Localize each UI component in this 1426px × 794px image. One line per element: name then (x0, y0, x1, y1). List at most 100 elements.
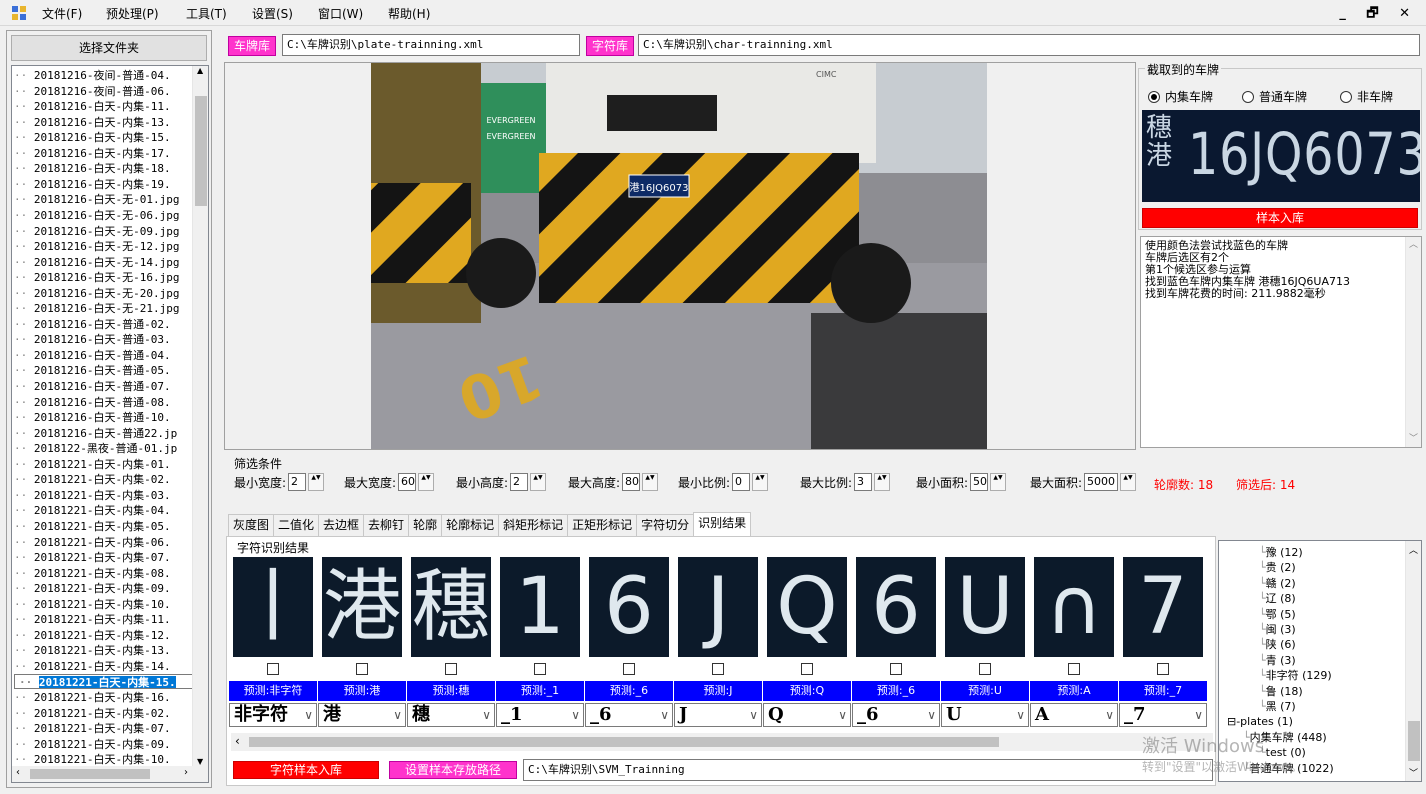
filter-value-input[interactable]: 60 (398, 473, 417, 491)
chevron-down-icon[interactable]: ∨ (1105, 704, 1114, 726)
tree-node[interactable]: └黑 (7) (1259, 699, 1296, 714)
chevron-down-icon[interactable]: ∨ (1016, 704, 1025, 726)
file-list-item[interactable]: ·· 20181216-白天-无-09.jpg (14, 224, 194, 239)
char-checkbox[interactable] (534, 663, 546, 675)
filter-spinner[interactable]: 2 ▲▼ (288, 473, 325, 491)
file-list-item[interactable]: ·· 20181221-白天-内集-07. (14, 721, 194, 736)
radio-dot-normal[interactable] (1242, 90, 1254, 103)
file-list-vscroll[interactable]: ▲ ▼ (192, 66, 208, 766)
scroll-up-icon[interactable]: ▲ (197, 66, 203, 75)
tab-item[interactable]: 轮廓 (408, 514, 443, 536)
filter-spinner[interactable]: 2 ▲▼ (510, 473, 547, 491)
spinner-arrows-icon[interactable]: ▲▼ (308, 473, 325, 491)
spinner-arrows-icon[interactable]: ▲▼ (642, 473, 659, 491)
tab-item[interactable]: 二值化 (273, 514, 320, 536)
chevron-down-icon[interactable]: ∨ (927, 704, 936, 726)
file-list-item[interactable]: ·· 20181221-白天-内集-15. (14, 674, 194, 690)
tab-item[interactable]: 字符切分 (636, 514, 695, 536)
tree-node[interactable]: └鲁 (18) (1259, 684, 1303, 699)
tab-item[interactable]: 正矩形标记 (567, 514, 638, 536)
tab-item[interactable]: 灰度图 (228, 514, 275, 536)
char-scroll-left-icon[interactable]: ‹ (235, 734, 240, 748)
menu-tools[interactable]: 工具(T) (186, 5, 227, 22)
char-select[interactable]: U ∨ (941, 703, 1029, 727)
file-list-item[interactable]: ·· 20181221-白天-内集-01. (14, 457, 194, 472)
tree-node[interactable]: └闽 (3) (1259, 622, 1296, 637)
char-select[interactable]: J ∨ (674, 703, 762, 727)
file-list-item[interactable]: ·· 20181216-白天-普通-07. (14, 379, 194, 394)
file-list-item[interactable]: ·· 20181221-白天-内集-05. (14, 519, 194, 534)
file-list-item[interactable]: ·· 20181221-白天-内集-16. (14, 690, 194, 705)
plate-library-tag[interactable]: 车牌库 (228, 36, 276, 56)
file-list-item[interactable]: ·· 20181216-白天-普通-08. (14, 395, 194, 410)
file-list-hscroll-thumb[interactable] (30, 769, 150, 779)
filter-value-input[interactable]: 3 (854, 473, 873, 491)
file-list-item[interactable]: ·· 20181221-白天-内集-04. (14, 503, 194, 518)
char-select[interactable]: _6 ∨ (585, 703, 673, 727)
file-list-item[interactable]: ·· 2018122-黑夜-普通-01.jp (14, 441, 194, 456)
chevron-down-icon[interactable]: ∨ (838, 704, 847, 726)
file-list-item[interactable]: ·· 20181221-白天-内集-09. (14, 581, 194, 596)
file-list-item[interactable]: ·· 20181216-白天-无-16.jpg (14, 270, 194, 285)
file-list-item[interactable]: ·· 20181216-白天-无-06.jpg (14, 208, 194, 223)
tab-item[interactable]: 去柳钉 (363, 514, 410, 536)
file-list-item[interactable]: ·· 20181216-白天-无-12.jpg (14, 239, 194, 254)
file-list-item[interactable]: ·· 20181216-白天-内集-11. (14, 99, 194, 114)
filter-spinner[interactable]: 80 ▲▼ (622, 473, 659, 491)
file-list-item[interactable]: ·· 20181216-夜间-普通-06. (14, 84, 194, 99)
filter-value-input[interactable]: 2 (510, 473, 529, 491)
scroll-down-icon[interactable]: ▼ (197, 757, 203, 766)
char-select[interactable]: _6 ∨ (852, 703, 940, 727)
menu-preprocess[interactable]: 预处理(P) (106, 5, 159, 22)
radio-dot-not[interactable] (1340, 90, 1352, 103)
char-sample-button[interactable]: 字符样本入库 (233, 761, 379, 779)
file-list-item[interactable]: ·· 20181216-白天-内集-17. (14, 146, 194, 161)
filter-value-input[interactable]: 5000 (1084, 473, 1119, 491)
filter-value-input[interactable]: 80 (622, 473, 641, 491)
radio-inner-plate[interactable]: 内集车牌 (1148, 88, 1213, 105)
filter-value-input[interactable]: 0 (732, 473, 751, 491)
plate-library-path[interactable]: C:\车牌识别\plate-trainning.xml (282, 34, 580, 56)
tab-item[interactable]: 轮廓标记 (441, 514, 500, 536)
file-list-item[interactable]: ·· 20181216-白天-内集-18. (14, 161, 194, 176)
char-checkbox[interactable] (1068, 663, 1080, 675)
radio-not-plate[interactable]: 非车牌 (1340, 88, 1393, 105)
scroll-right-icon[interactable]: › (184, 767, 188, 778)
file-list-item[interactable]: ·· 20181216-白天-普通22.jp (14, 426, 194, 441)
file-list-item[interactable]: ·· 20181216-白天-普通-10. (14, 410, 194, 425)
sample-path-field[interactable]: C:\车牌识别\SVM_Trainning (523, 759, 1213, 781)
file-list-item[interactable]: ·· 20181221-白天-内集-07. (14, 550, 194, 565)
file-list-item[interactable]: ·· 20181216-白天-无-01.jpg (14, 192, 194, 207)
tree-node[interactable]: └赣 (2) (1259, 576, 1296, 591)
char-select[interactable]: Q ∨ (763, 703, 851, 727)
tree-node[interactable]: └非字符 (129) (1259, 668, 1332, 683)
spinner-arrows-icon[interactable]: ▲▼ (530, 473, 547, 491)
file-list-item[interactable]: ·· 20181216-白天-无-20.jpg (14, 286, 194, 301)
log-scroll-up-icon[interactable]: ︿ (1409, 239, 1418, 251)
tree-node[interactable]: └豫 (12) (1259, 545, 1303, 560)
file-list-item[interactable]: ·· 20181221-白天-内集-10. (14, 752, 194, 767)
file-list-item[interactable]: ·· 20181216-夜间-普通-04. (14, 68, 194, 83)
tree-node[interactable]: └青 (3) (1259, 653, 1296, 668)
filter-value-input[interactable]: 2 (288, 473, 307, 491)
file-list-item[interactable]: ·· 20181221-白天-内集-13. (14, 643, 194, 658)
window-controls[interactable]: _ 🗗 ✕ (1339, 4, 1418, 26)
tree-scroll-up-icon[interactable]: ︿ (1409, 543, 1418, 556)
log-scroll-down-icon[interactable]: ﹀ (1409, 433, 1418, 445)
select-folder-button[interactable]: 选择文件夹 (11, 35, 207, 61)
file-list-item[interactable]: ·· 20181216-白天-无-21.jpg (14, 301, 194, 316)
file-list-item[interactable]: ·· 20181221-白天-内集-02. (14, 472, 194, 487)
char-checkbox[interactable] (1157, 663, 1169, 675)
file-list-item[interactable]: ·· 20181221-白天-内集-12. (14, 628, 194, 643)
file-list-item[interactable]: ·· 20181216-白天-普通-02. (14, 317, 194, 332)
file-list-hscroll[interactable]: ‹ › (12, 766, 208, 782)
char-checkbox[interactable] (712, 663, 724, 675)
tree-node[interactable]: └陕 (6) (1259, 637, 1296, 652)
char-checkbox[interactable] (356, 663, 368, 675)
file-list-item[interactable]: ·· 20181216-白天-普通-04. (14, 348, 194, 363)
chevron-down-icon[interactable]: ∨ (304, 704, 313, 726)
file-list-item[interactable]: ·· 20181221-白天-内集-03. (14, 488, 194, 503)
menu-help[interactable]: 帮助(H) (388, 5, 430, 22)
file-list-item[interactable]: ·· 20181216-白天-内集-13. (14, 115, 194, 130)
char-select[interactable]: _7 ∨ (1119, 703, 1207, 727)
